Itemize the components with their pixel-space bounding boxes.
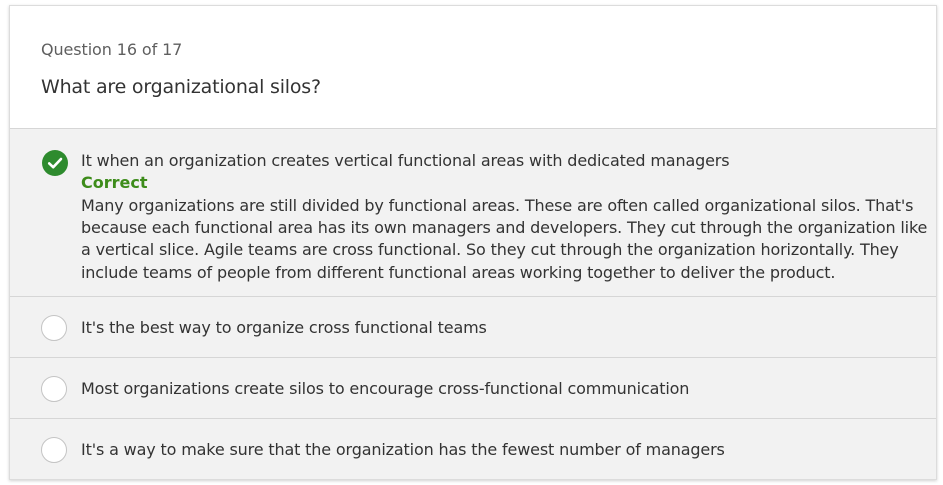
radio-circle-icon[interactable] [41, 315, 67, 341]
quiz-card: Question 16 of 17 What are organizationa… [9, 5, 937, 480]
answer-option-3[interactable]: Most organizations create silos to encou… [10, 358, 936, 419]
question-header: Question 16 of 17 What are organizationa… [10, 6, 936, 129]
answer-option-1-label: It when an organization creates vertical… [81, 151, 730, 170]
question-counter: Question 16 of 17 [41, 40, 183, 59]
answer-explanation: Many organizations are still divided by … [81, 196, 928, 282]
answer-list: It when an organization creates vertical… [10, 129, 936, 479]
answer-option-1[interactable]: It when an organization creates vertical… [10, 129, 936, 297]
answer-option-2[interactable]: It's the best way to organize cross func… [10, 297, 936, 358]
answer-option-2-label: It's the best way to organize cross func… [81, 318, 487, 337]
answer-option-4-label: It's a way to make sure that the organiz… [81, 440, 725, 459]
radio-circle-icon[interactable] [41, 376, 67, 402]
answer-status-correct: Correct [81, 173, 148, 192]
check-circle-icon [42, 150, 68, 176]
answer-option-4[interactable]: It's a way to make sure that the organiz… [10, 419, 936, 479]
radio-circle-icon[interactable] [41, 437, 67, 463]
question-text: What are organizational silos? [41, 76, 321, 98]
answer-option-3-label: Most organizations create silos to encou… [81, 379, 690, 398]
